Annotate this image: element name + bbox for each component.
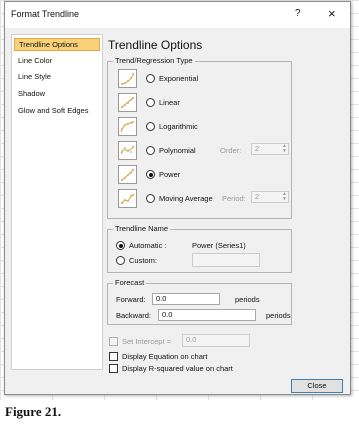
custom-name-radio[interactable] — [116, 256, 125, 265]
nav-item-line-style[interactable]: Line Style — [14, 70, 100, 83]
nav-item-shadow[interactable]: Shadow — [14, 87, 100, 100]
moving-average-label: Moving Average — [159, 194, 213, 203]
polynomial-label: Polynomial — [159, 146, 196, 155]
logarithmic-radio[interactable] — [146, 122, 155, 131]
power-chart-icon — [118, 165, 137, 184]
linear-radio[interactable] — [146, 98, 155, 107]
nav-item-glow-soft-edges[interactable]: Glow and Soft Edges — [14, 104, 100, 117]
forecast-caption: Forecast — [113, 278, 147, 287]
close-button[interactable]: Close — [291, 379, 343, 393]
period-label: Period: — [222, 194, 246, 203]
trendline-options-panel: Trendline Options Trend/Regression Type … — [104, 34, 344, 373]
order-value: 2 — [255, 144, 260, 153]
moving-average-chart-icon — [118, 189, 137, 208]
moving-average-radio[interactable] — [146, 194, 155, 203]
regression-type-group: Trend/Regression Type Exponential Linear… — [107, 56, 292, 219]
format-trendline-dialog: Format Trendline ? × Trendline Options L… — [4, 1, 351, 395]
exponential-chart-icon — [118, 69, 137, 88]
title-bar: Format Trendline ? × — [5, 2, 350, 28]
figure-caption: Figure 21. — [5, 404, 62, 419]
forecast-group: Forecast Forward: 0.0 periods Backward: … — [107, 278, 292, 325]
forward-unit: periods — [235, 295, 260, 304]
display-equation-label: Display Equation on chart — [122, 352, 208, 361]
trendline-name-group: Trendline Name Automatic : Power (Series… — [107, 224, 292, 273]
custom-name-input[interactable] — [192, 253, 260, 267]
order-label: Order: — [220, 146, 242, 155]
trendline-name-caption: Trendline Name — [113, 224, 171, 233]
custom-name-label: Custom: — [129, 256, 157, 265]
period-stepper[interactable]: 2 ▲ ▼ — [251, 191, 289, 203]
set-intercept-label: Set Intercept = — [122, 337, 171, 346]
category-list: Trendline Options Line Color Line Style … — [11, 34, 103, 370]
period-spin-icon[interactable]: ▲ ▼ — [282, 192, 287, 202]
forward-label: Forward: — [116, 295, 146, 304]
power-radio[interactable] — [146, 170, 155, 179]
automatic-name-radio[interactable] — [116, 241, 125, 250]
forward-input[interactable]: 0.0 — [152, 293, 220, 305]
close-window-button[interactable]: × — [328, 6, 336, 21]
nav-item-trendline-options[interactable]: Trendline Options — [14, 38, 100, 51]
backward-label: Backward: — [116, 311, 152, 320]
linear-chart-icon — [118, 93, 137, 112]
automatic-name-value: Power (Series1) — [192, 241, 246, 250]
intercept-input[interactable]: 0.0 — [182, 334, 250, 347]
backward-unit: periods — [266, 311, 291, 320]
order-spin-icon[interactable]: ▲ ▼ — [282, 144, 287, 154]
display-equation-checkbox[interactable] — [109, 352, 118, 361]
nav-item-line-color[interactable]: Line Color — [14, 54, 100, 67]
regression-type-caption: Trend/Regression Type — [113, 56, 195, 65]
help-button[interactable]: ? — [295, 8, 301, 19]
exponential-radio[interactable] — [146, 74, 155, 83]
polynomial-radio[interactable] — [146, 146, 155, 155]
order-stepper[interactable]: 2 ▲ ▼ — [251, 143, 289, 155]
exponential-label: Exponential — [159, 74, 199, 83]
panel-heading: Trendline Options — [108, 38, 203, 52]
display-r-squared-checkbox[interactable] — [109, 364, 118, 373]
polynomial-chart-icon — [118, 141, 137, 160]
linear-label: Linear — [159, 98, 180, 107]
display-r-squared-label: Display R-squared value on chart — [122, 364, 233, 373]
set-intercept-checkbox[interactable] — [109, 337, 118, 346]
logarithmic-label: Logarithmic — [159, 122, 198, 131]
dialog-title: Format Trendline — [11, 9, 80, 19]
logarithmic-chart-icon — [118, 117, 137, 136]
power-label: Power — [159, 170, 181, 179]
period-value: 2 — [255, 192, 260, 201]
automatic-name-label: Automatic : — [129, 241, 167, 250]
backward-input[interactable]: 0.0 — [158, 309, 256, 321]
